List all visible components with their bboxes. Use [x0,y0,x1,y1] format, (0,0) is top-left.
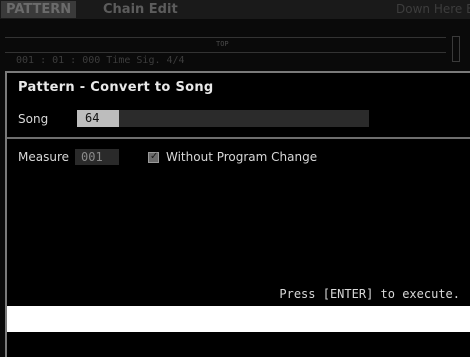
measure-field[interactable]: 001 [75,149,119,165]
execute-hint: Press [ENTER] to execute. [279,287,460,301]
song-name-field[interactable] [119,110,369,127]
scrollbar [452,36,460,62]
checkbox-label: Without Program Change [166,150,318,164]
status-bar [7,306,470,332]
position-row: 001 : 01 : 000 Time Sig. 4/4 [16,55,185,66]
check-icon: ✓ [150,151,159,162]
without-program-change-checkbox[interactable]: ✓ [148,151,159,163]
function-key-bar [7,332,470,357]
track-label: TOP [216,40,229,48]
measure-label: Measure [18,150,69,164]
dialog-title: Pattern - Convert to Song [18,80,214,95]
header-bar: PATTERN Chain Edit Down Here E [0,0,470,19]
song-label: Song [18,112,49,126]
header-right-text: Down Here E [396,2,470,16]
divider [7,137,470,139]
page-title: Chain Edit [103,2,178,17]
song-number-field[interactable]: 64 [77,110,119,127]
convert-to-song-dialog: Pattern - Convert to Song Song 64 Measur… [5,71,470,357]
mode-tag: PATTERN [1,1,77,18]
